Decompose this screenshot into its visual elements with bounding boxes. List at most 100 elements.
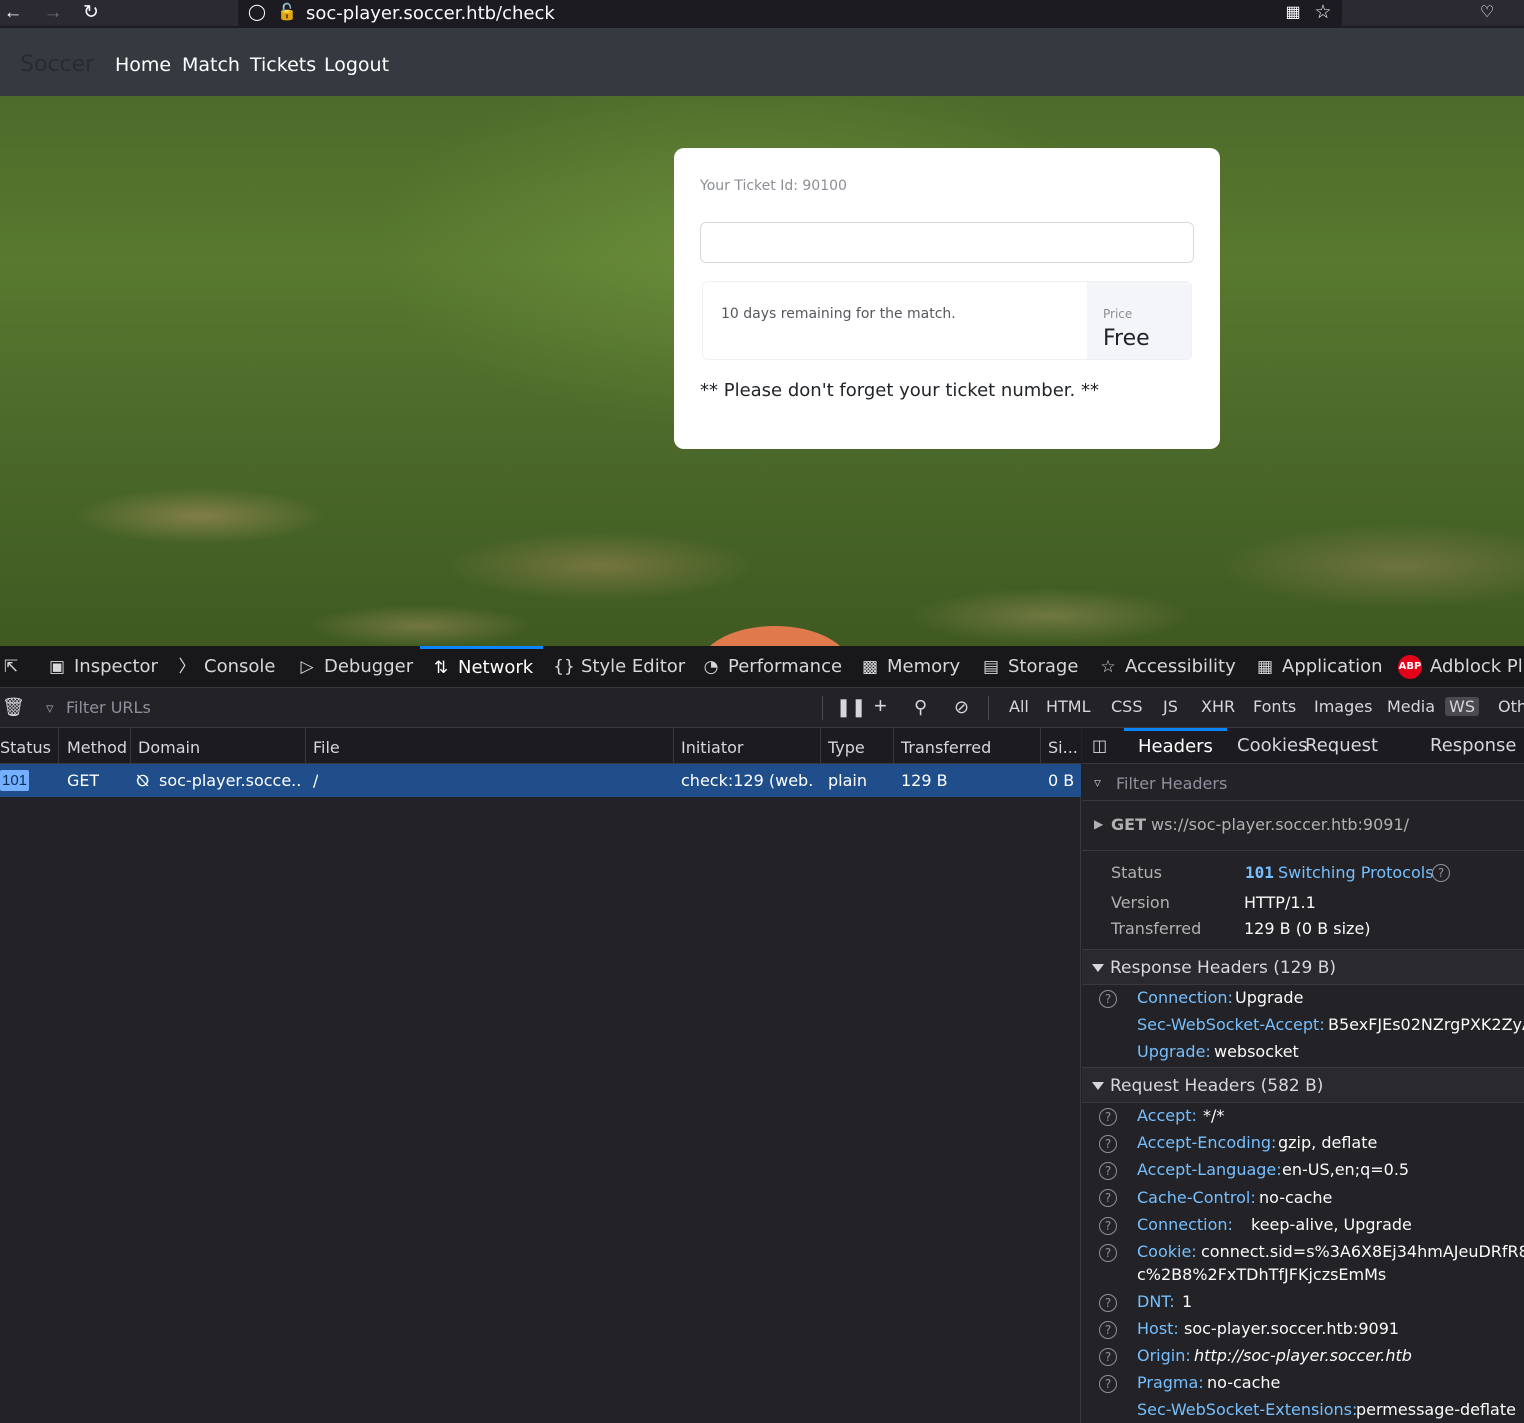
type-filter-other[interactable]: Oth: [1494, 697, 1524, 716]
header-value: gzip, deflate: [1278, 1133, 1378, 1152]
tab-console[interactable]: 〉 Console: [176, 646, 276, 688]
col-domain[interactable]: Domain: [138, 738, 200, 757]
row-type: plain: [828, 771, 867, 790]
table-row[interactable]: 101 GET ⦰ soc-player.socce... / check:12…: [0, 764, 1081, 797]
trash-icon[interactable]: 🗑: [2, 697, 25, 718]
tab-memory[interactable]: ▩ Memory: [859, 646, 960, 688]
tab-application[interactable]: ▦ Application: [1254, 646, 1383, 688]
header-name: Sec-WebSocket-Accept:: [1137, 1015, 1325, 1034]
debugger-icon: ▷: [300, 657, 314, 677]
help-icon[interactable]: ?: [1099, 1244, 1117, 1262]
help-icon[interactable]: ?: [1432, 864, 1450, 882]
tab-request[interactable]: Request: [1305, 728, 1378, 764]
transferred-value: 129 B (0 B size): [1244, 919, 1371, 938]
request-url[interactable]: ws://soc-player.soccer.htb:9091/: [1151, 815, 1409, 834]
search-icon[interactable]: ⚲: [914, 697, 927, 718]
header-name: Host:: [1137, 1319, 1179, 1338]
type-filter-images[interactable]: Images: [1310, 697, 1376, 716]
bookmark-star-icon[interactable]: ☆: [1312, 3, 1334, 23]
type-filter-media[interactable]: Media: [1383, 697, 1439, 716]
memory-icon: ▩: [861, 657, 879, 677]
col-transferred[interactable]: Transferred: [901, 738, 991, 757]
nav-logout-link[interactable]: Logout: [324, 54, 389, 76]
status-text[interactable]: Switching Protocols: [1278, 863, 1434, 882]
col-file[interactable]: File: [313, 738, 340, 757]
block-icon[interactable]: ⊘: [954, 697, 969, 718]
type-filter-fonts[interactable]: Fonts: [1249, 697, 1300, 716]
header-name: Sec-WebSocket-Extensions:: [1137, 1400, 1358, 1419]
nav-home-link[interactable]: Home: [115, 54, 171, 76]
network-icon: ⇅: [433, 658, 449, 678]
nav-tickets-link[interactable]: Tickets: [250, 54, 316, 76]
ticket-check-input[interactable]: [700, 222, 1194, 263]
help-icon[interactable]: ?: [1099, 1217, 1117, 1235]
reload-icon[interactable]: ↻: [80, 3, 102, 23]
help-icon[interactable]: ?: [1099, 1108, 1117, 1126]
request-headers-section[interactable]: Request Headers (582 B): [1082, 1067, 1524, 1103]
row-domain: soc-player.socce...: [159, 771, 301, 790]
col-initiator[interactable]: Initiator: [681, 738, 743, 757]
application-grid-icon: ▦: [1256, 657, 1274, 677]
transferred-label: Transferred: [1111, 919, 1202, 938]
style-editor-icon: {}: [553, 657, 575, 677]
col-size[interactable]: Si...: [1048, 738, 1078, 757]
col-method[interactable]: Method: [67, 738, 127, 757]
tab-network[interactable]: ⇅ Network: [420, 646, 544, 688]
ticket-id-label: Your Ticket Id: 90100: [700, 178, 847, 194]
back-arrow-icon[interactable]: ←: [2, 3, 24, 23]
tab-response[interactable]: Response: [1430, 728, 1516, 764]
shield-icon[interactable]: ◯: [246, 3, 268, 23]
expand-triangle-icon[interactable]: ▶: [1094, 817, 1103, 831]
type-filter-js[interactable]: JS: [1159, 697, 1182, 716]
filter-headers-input[interactable]: Filter Headers: [1116, 774, 1227, 793]
pocket-icon[interactable]: ♡: [1476, 3, 1498, 23]
type-filter-ws[interactable]: WS: [1445, 697, 1479, 716]
col-type[interactable]: Type: [828, 738, 865, 757]
forward-arrow-icon[interactable]: →: [42, 3, 64, 23]
help-icon[interactable]: ?: [1099, 1375, 1117, 1393]
insecure-connection-icon: ⦰: [136, 771, 149, 790]
type-filter-xhr[interactable]: XHR: [1197, 697, 1239, 716]
header-value: permessage-deflate: [1356, 1400, 1516, 1419]
help-icon[interactable]: ?: [1099, 1294, 1117, 1312]
col-status[interactable]: Status: [0, 738, 51, 757]
tab-headers[interactable]: Headers: [1124, 728, 1227, 764]
header-value: B5exFJEs02NZrgPXK2ZyA: [1328, 1015, 1524, 1034]
filter-urls-input[interactable]: Filter URLs: [66, 698, 151, 717]
tab-style-editor[interactable]: {} Style Editor: [553, 646, 685, 688]
tab-performance[interactable]: ◔ Performance: [700, 646, 843, 688]
row-initiator[interactable]: check:129 (web...: [681, 771, 815, 790]
header-name: Accept:: [1137, 1106, 1197, 1125]
url-text[interactable]: soc-player.soccer.htb/check: [306, 3, 555, 24]
help-icon[interactable]: ?: [1099, 1321, 1117, 1339]
response-headers-section[interactable]: Response Headers (129 B): [1082, 949, 1524, 985]
url-bar[interactable]: ◯ 🔓 soc-player.soccer.htb/check ▦ ☆: [238, 0, 1342, 28]
nav-match-link[interactable]: Match: [182, 54, 240, 76]
tab-cookies[interactable]: Cookies: [1237, 728, 1307, 764]
insecure-lock-icon[interactable]: 🔓: [276, 3, 298, 23]
help-icon[interactable]: ?: [1099, 1135, 1117, 1153]
tab-accessibility[interactable]: ☆ Accessibility: [1097, 646, 1235, 688]
element-picker-icon[interactable]: ⇱: [0, 646, 28, 688]
pause-icon[interactable]: ❚❚: [836, 697, 866, 718]
type-filter-html[interactable]: HTML: [1042, 697, 1095, 716]
browser-toolbar: ← → ↻ ◯ 🔓 soc-player.soccer.htb/check ▦ …: [0, 0, 1524, 28]
version-label: Version: [1111, 893, 1170, 912]
price-value: Free: [1103, 326, 1150, 351]
tab-inspector[interactable]: ▣ Inspector: [46, 646, 158, 688]
tab-storage[interactable]: ▤ Storage: [980, 646, 1078, 688]
type-filter-css[interactable]: CSS: [1107, 697, 1146, 716]
type-filter-all[interactable]: All: [1005, 697, 1033, 716]
toggle-sidebar-icon[interactable]: ◫: [1092, 728, 1107, 764]
site-brand[interactable]: Soccer: [20, 52, 94, 77]
add-request-icon[interactable]: +: [874, 693, 887, 719]
tab-debugger[interactable]: ▷ Debugger: [296, 646, 413, 688]
tab-adblock-plus[interactable]: ABP Adblock Plu: [1398, 646, 1524, 688]
help-icon[interactable]: ?: [1099, 1162, 1117, 1180]
help-icon[interactable]: ?: [1099, 1348, 1117, 1366]
help-icon[interactable]: ?: [1099, 990, 1117, 1008]
header-value-continued: c%2B8%2FxTDhTfJFKjczsEmMs: [1137, 1265, 1387, 1284]
qr-code-icon[interactable]: ▦: [1282, 3, 1304, 23]
header-value: http://soc-player.soccer.htb: [1194, 1346, 1412, 1365]
help-icon[interactable]: ?: [1099, 1189, 1117, 1207]
